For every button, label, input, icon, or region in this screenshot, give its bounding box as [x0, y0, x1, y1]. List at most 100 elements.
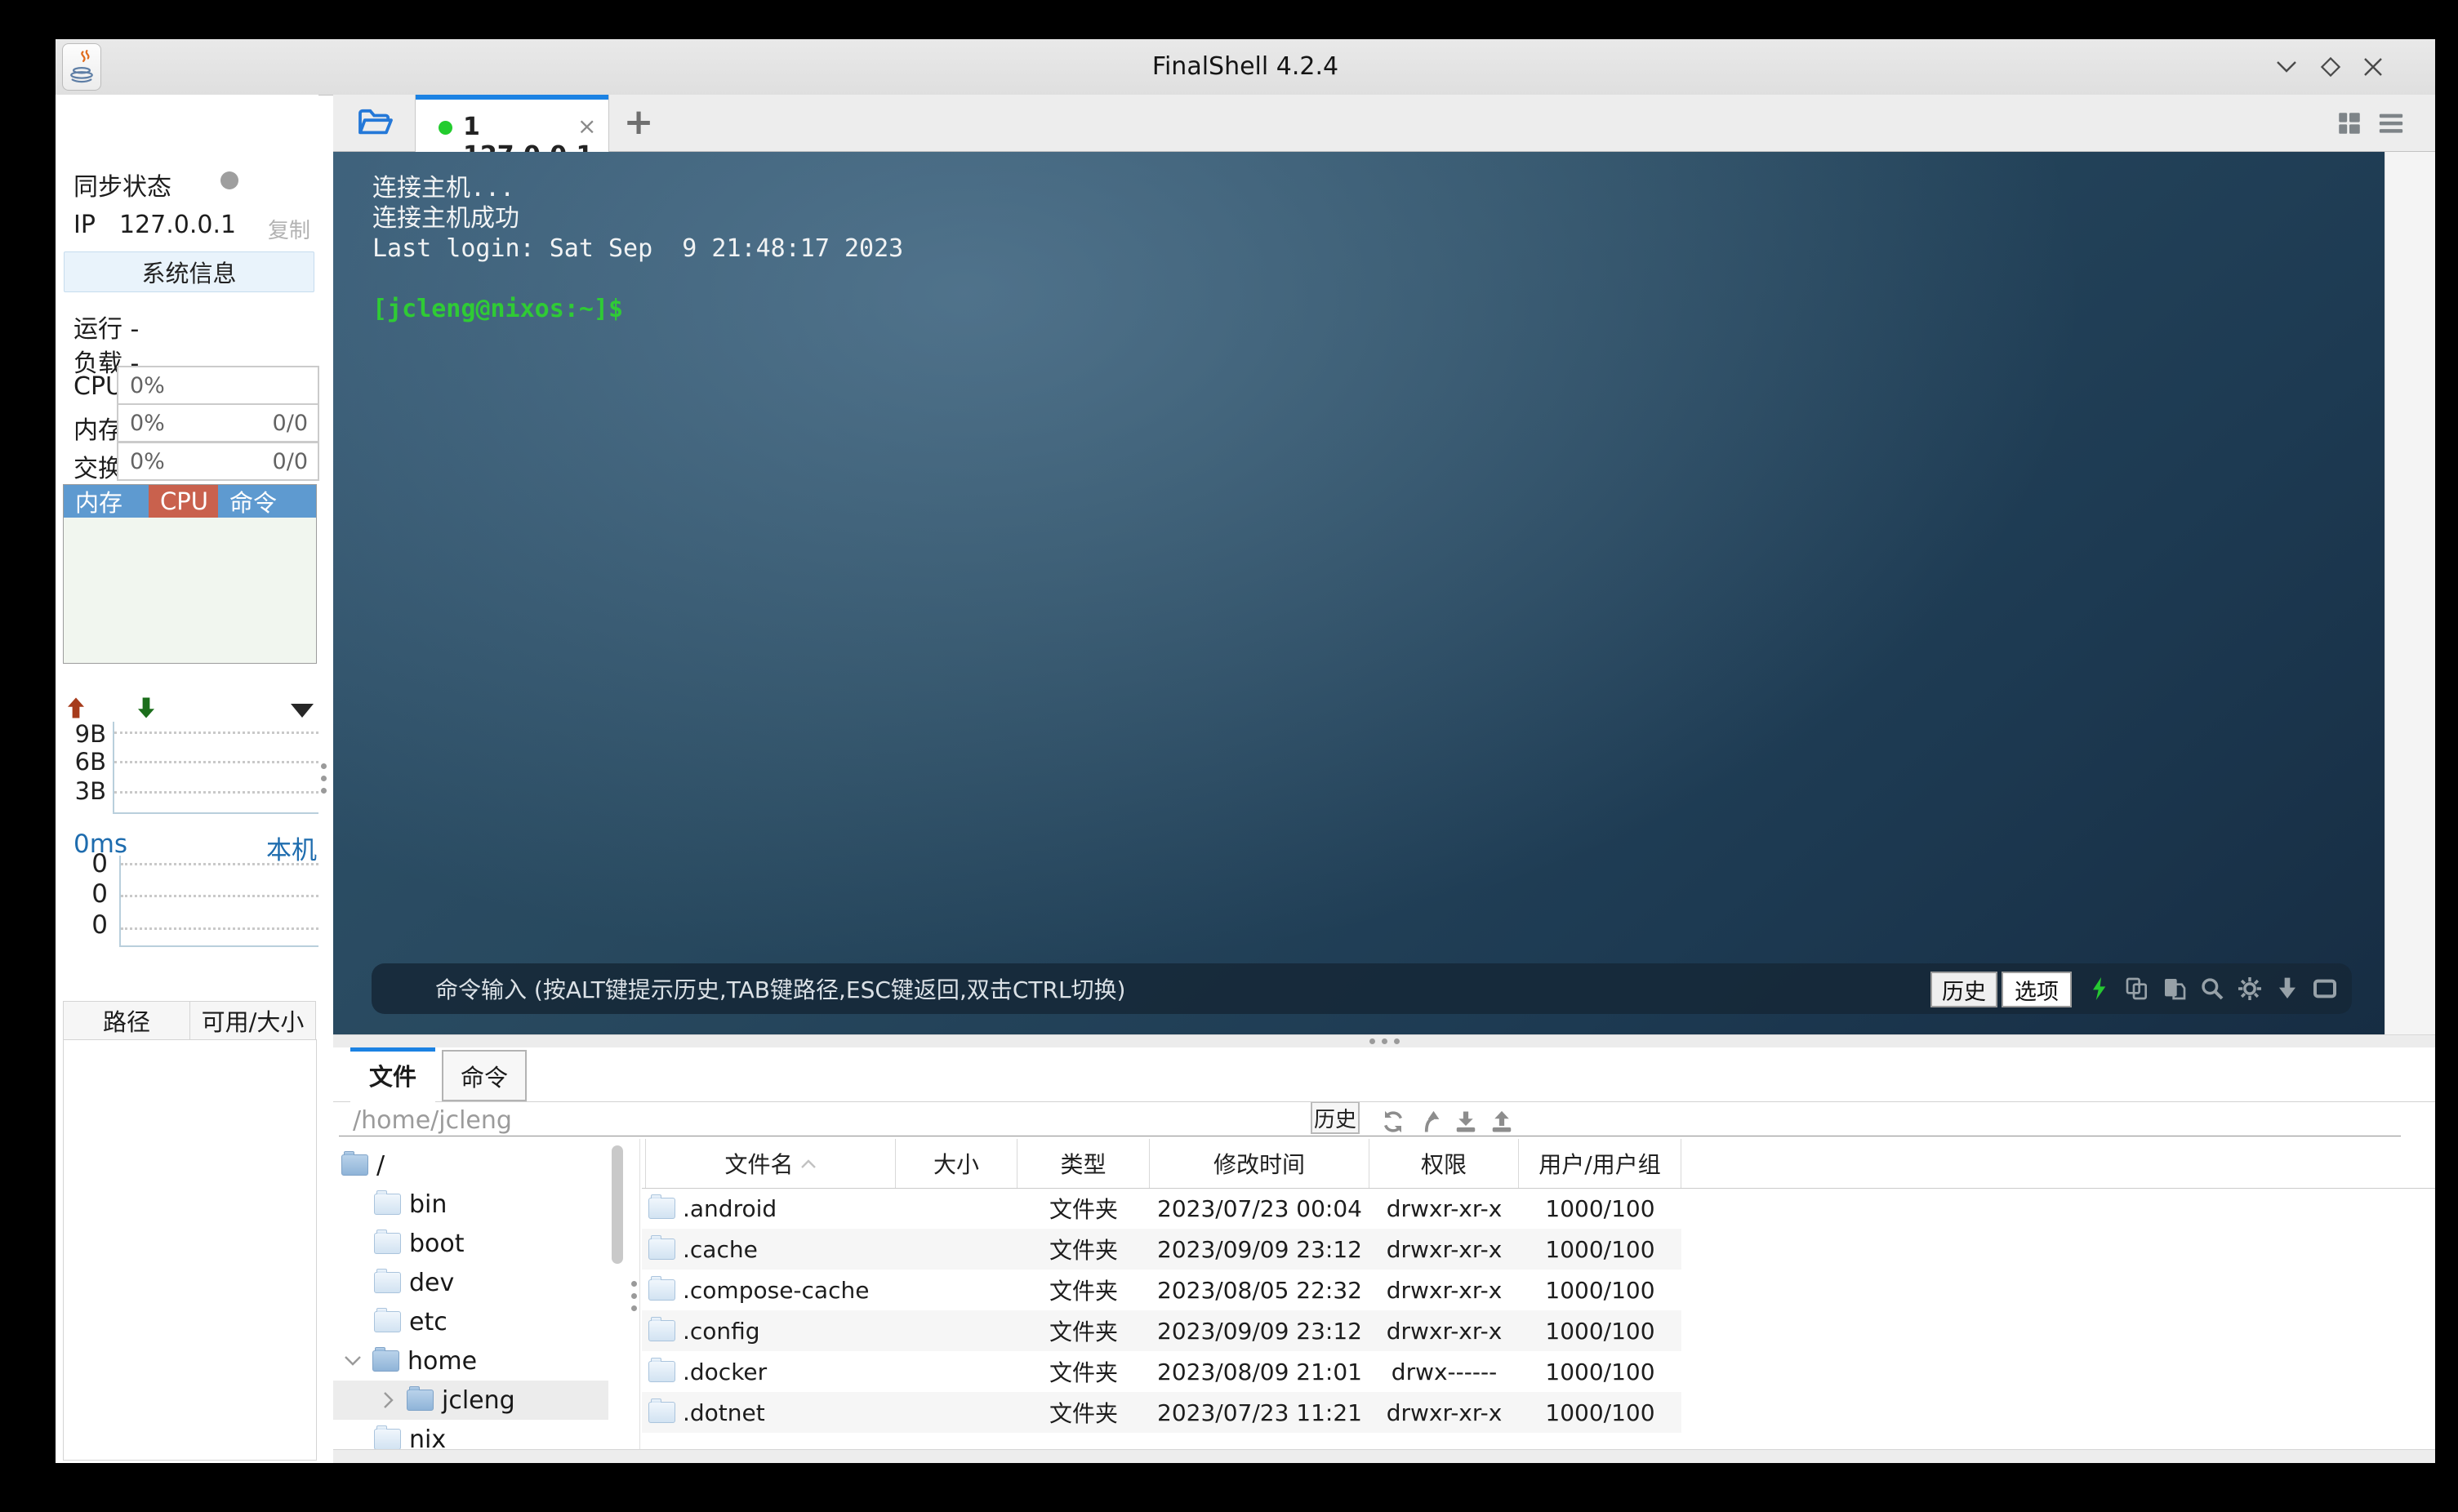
column-header-label: 大小	[933, 1147, 979, 1180]
open-connection-button[interactable]	[343, 98, 408, 149]
search-icon[interactable]	[2199, 976, 2225, 1002]
file-history-button[interactable]: 历史	[1311, 1101, 1360, 1134]
table-row[interactable]: .cache 文件夹 2023/09/09 23:12 drwxr-xr-x 1…	[642, 1229, 1681, 1270]
path-column-header[interactable]: 路径	[63, 1001, 190, 1040]
table-row[interactable]: .dotnet 文件夹 2023/07/23 11:21 drwxr-xr-x …	[642, 1392, 1681, 1433]
tree-item-jcleng[interactable]: jcleng	[333, 1381, 608, 1420]
folder-icon	[648, 1402, 675, 1423]
column-header-label: 类型	[1060, 1147, 1106, 1180]
size-column-header[interactable]: 可用/大小	[189, 1001, 316, 1040]
column-header-size[interactable]: 大小	[896, 1139, 1017, 1188]
dropdown-caret-icon[interactable]	[291, 704, 314, 718]
file-owner: 1000/100	[1519, 1310, 1681, 1351]
tree-item-boot[interactable]: boot	[333, 1224, 608, 1263]
minimize-button[interactable]	[2270, 51, 2303, 83]
file-type: 文件夹	[1017, 1229, 1150, 1270]
table-row[interactable]: .docker 文件夹 2023/08/09 21:01 drwx------ …	[642, 1351, 1681, 1392]
copy-icon[interactable]	[2124, 976, 2150, 1002]
new-tab-button[interactable]: +	[621, 96, 657, 147]
column-header-owner[interactable]: 用户/用户组	[1519, 1139, 1681, 1188]
window-icon[interactable]	[2312, 976, 2338, 1002]
sidebar: 同步状态 IP 127.0.0.1 复制 系统信息 运行 - 负载 - CPU …	[56, 95, 318, 1463]
file-owner: 1000/100	[1519, 1188, 1681, 1229]
ip-value: 127.0.0.1	[119, 211, 236, 239]
tree-scrollbar[interactable]	[612, 1145, 623, 1264]
options-button[interactable]: 选项	[2002, 972, 2072, 1007]
tree-item-etc[interactable]: etc	[333, 1302, 608, 1341]
panel-splitter-handle[interactable]	[333, 1034, 2435, 1047]
file-mtime: 2023/07/23 11:21	[1150, 1392, 1369, 1433]
tree-item-label: etc	[409, 1308, 448, 1336]
chevron-right-icon[interactable]	[382, 1390, 395, 1410]
tree-item-label: boot	[409, 1230, 465, 1258]
swap-usage-field: 0% 0/0	[117, 442, 319, 481]
file-owner: 1000/100	[1519, 1351, 1681, 1392]
upload-arrow-icon[interactable]	[64, 696, 88, 720]
net-tick-label: 6B	[67, 748, 106, 776]
app-window: FinalShell 4.2.4 同步状态 IP 127.0.0.1 复制 系统…	[56, 39, 2435, 1463]
sidebar-splitter-handle[interactable]	[321, 757, 327, 800]
terminal-line: Last login: Sat Sep 9 21:48:17 2023	[372, 233, 903, 264]
tree-item-nix[interactable]: nix	[333, 1420, 608, 1449]
tree-item-home[interactable]: home	[333, 1341, 608, 1381]
file-download-icon[interactable]	[1454, 1110, 1478, 1134]
column-header-name[interactable]: 文件名	[645, 1139, 896, 1188]
table-row[interactable]: .android 文件夹 2023/07/23 00:04 drwxr-xr-x…	[642, 1188, 1681, 1229]
download-arrow-icon[interactable]	[134, 696, 158, 720]
tab-files[interactable]: 文件	[350, 1047, 435, 1102]
close-button[interactable]	[2357, 51, 2389, 83]
tree-item-root[interactable]: /	[333, 1145, 608, 1185]
connection-status-dot	[439, 121, 452, 135]
table-row[interactable]: .compose-cache 文件夹 2023/08/05 22:32 drwx…	[642, 1270, 1681, 1310]
chevron-down-icon[interactable]	[343, 1354, 363, 1367]
terminal[interactable]: 连接主机... 连接主机成功 Last login: Sat Sep 9 21:…	[333, 152, 2435, 1034]
grid-view-icon[interactable]	[2336, 109, 2363, 137]
download-icon[interactable]	[2274, 976, 2300, 1002]
paste-icon[interactable]	[2162, 976, 2188, 1002]
file-panel-horizontal-scrollbar[interactable]	[333, 1449, 2435, 1463]
folder-icon	[648, 1198, 675, 1219]
tab-commands[interactable]: 命令	[442, 1050, 527, 1101]
monitor-tab-command[interactable]: 命令	[218, 485, 316, 518]
list-view-icon[interactable]	[2376, 109, 2406, 137]
system-info-button[interactable]: 系统信息	[64, 251, 314, 292]
copy-link[interactable]: 复制	[268, 214, 310, 244]
terminal-session-tab[interactable]: 1 127.0.0.1 ×	[415, 95, 609, 152]
history-button[interactable]: 历史	[1930, 972, 1997, 1007]
titlebar: FinalShell 4.2.4	[56, 39, 2435, 96]
lightning-icon[interactable]	[2086, 976, 2113, 1002]
net-tick-label: 3B	[67, 777, 106, 805]
refresh-icon[interactable]	[1381, 1110, 1405, 1134]
path-input[interactable]: /home/jcleng	[353, 1105, 512, 1136]
terminal-scrollbar[interactable]	[2385, 152, 2435, 1034]
up-directory-icon[interactable]	[1419, 1110, 1444, 1134]
file-type: 文件夹	[1017, 1270, 1150, 1310]
ping-tick-label: 0	[72, 879, 108, 909]
terminal-line	[372, 264, 903, 294]
monitor-tab-cpu[interactable]: CPU	[149, 485, 218, 518]
tree-item-dev[interactable]: dev	[333, 1263, 608, 1302]
folder-icon	[374, 1194, 401, 1215]
tree-item-bin[interactable]: bin	[333, 1185, 608, 1224]
active-tab-indicator	[350, 1047, 435, 1052]
gear-icon[interactable]	[2237, 976, 2263, 1002]
chevron-down-icon	[2275, 60, 2298, 74]
file-size	[896, 1229, 1017, 1270]
cpu-label: CPU	[73, 372, 123, 401]
tab-close-icon[interactable]: ×	[577, 113, 596, 140]
file-upload-icon[interactable]	[1489, 1110, 1514, 1134]
memory-ratio: 0/0	[273, 411, 318, 436]
monitor-tab-memory[interactable]: 内存	[64, 485, 149, 518]
table-row[interactable]: .config 文件夹 2023/09/09 23:12 drwxr-xr-x …	[642, 1310, 1681, 1351]
file-mtime: 2023/08/09 21:01	[1150, 1351, 1369, 1392]
command-input[interactable]: 命令输入 (按ALT键提示历史,TAB键路径,ESC键返回,双击CTRL切换)	[435, 963, 1125, 1014]
folder-icon	[374, 1272, 401, 1293]
column-header-mtime[interactable]: 修改时间	[1150, 1139, 1369, 1188]
column-header-type[interactable]: 类型	[1017, 1139, 1150, 1188]
net-graph	[113, 722, 318, 814]
column-header-perm[interactable]: 权限	[1369, 1139, 1519, 1188]
file-mtime: 2023/09/09 23:12	[1150, 1229, 1369, 1270]
tree-item-label: /	[376, 1151, 385, 1180]
maximize-button[interactable]	[2314, 51, 2347, 83]
tree-splitter-handle[interactable]	[631, 1274, 637, 1318]
